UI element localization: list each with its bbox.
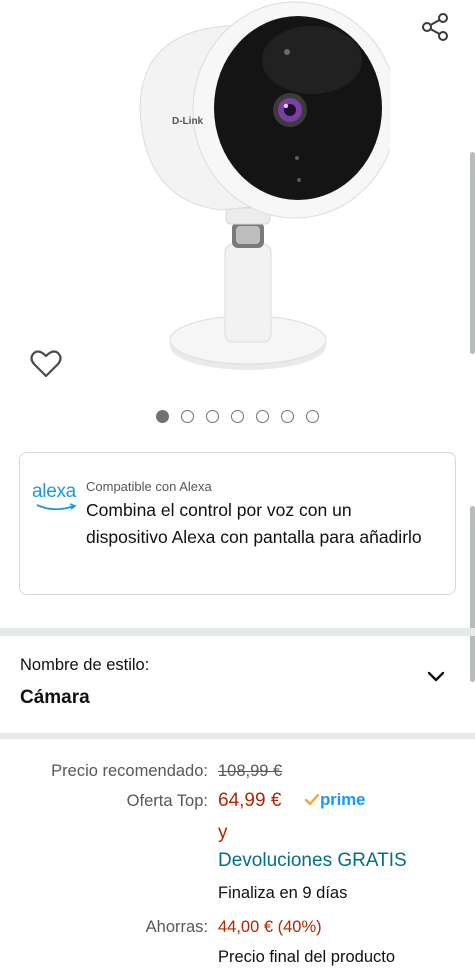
product-gallery[interactable]: D-Link [0, 0, 475, 445]
pagination-dot[interactable] [181, 410, 194, 423]
savings-label: Ahorras: [145, 918, 208, 936]
chevron-down-icon[interactable] [424, 664, 448, 688]
alexa-compatibility-card[interactable]: alexa Compatible con Alexa Combina el co… [19, 452, 456, 595]
heart-icon[interactable] [28, 346, 64, 382]
scrollbar[interactable] [470, 152, 475, 354]
share-icon[interactable] [418, 10, 452, 44]
pagination-dot[interactable] [306, 410, 319, 423]
list-price-value: 108,99 € [218, 762, 283, 780]
product-image[interactable]: D-Link [120, 0, 390, 390]
deal-ends-text: Finaliza en 9 días [218, 884, 348, 902]
image-pagination [0, 410, 475, 423]
alexa-logo: alexa [32, 481, 80, 517]
pagination-dot[interactable] [256, 410, 269, 423]
section-divider [0, 628, 475, 636]
style-value: Cámara [20, 687, 90, 708]
pagination-dot[interactable] [281, 410, 294, 423]
section-divider [0, 733, 475, 739]
savings-value: 44,00 € (40%) [218, 918, 322, 936]
pagination-dot[interactable] [156, 410, 169, 423]
alexa-badge-text: Compatible con Alexa [86, 479, 212, 494]
prime-badge: prime [320, 790, 366, 809]
style-label: Nombre de estilo: [20, 656, 150, 674]
alexa-description: Combina el control por voz con un dispos… [86, 500, 422, 547]
pagination-dot[interactable] [206, 410, 219, 423]
list-price-label: Precio recomendado: [51, 762, 208, 780]
prime-check-icon [304, 792, 320, 813]
and-text: y [218, 822, 228, 843]
deal-price-value: 64,99 € [218, 790, 282, 811]
style-selector[interactable]: Nombre de estilo: Cámara [0, 638, 475, 734]
deal-price-label: Oferta Top: [126, 792, 208, 810]
final-price-note: Precio final del producto [218, 948, 396, 966]
pagination-dot[interactable] [231, 410, 244, 423]
free-returns-link[interactable]: Devoluciones GRATIS [218, 850, 407, 872]
brand-logo: D-Link [172, 116, 204, 127]
